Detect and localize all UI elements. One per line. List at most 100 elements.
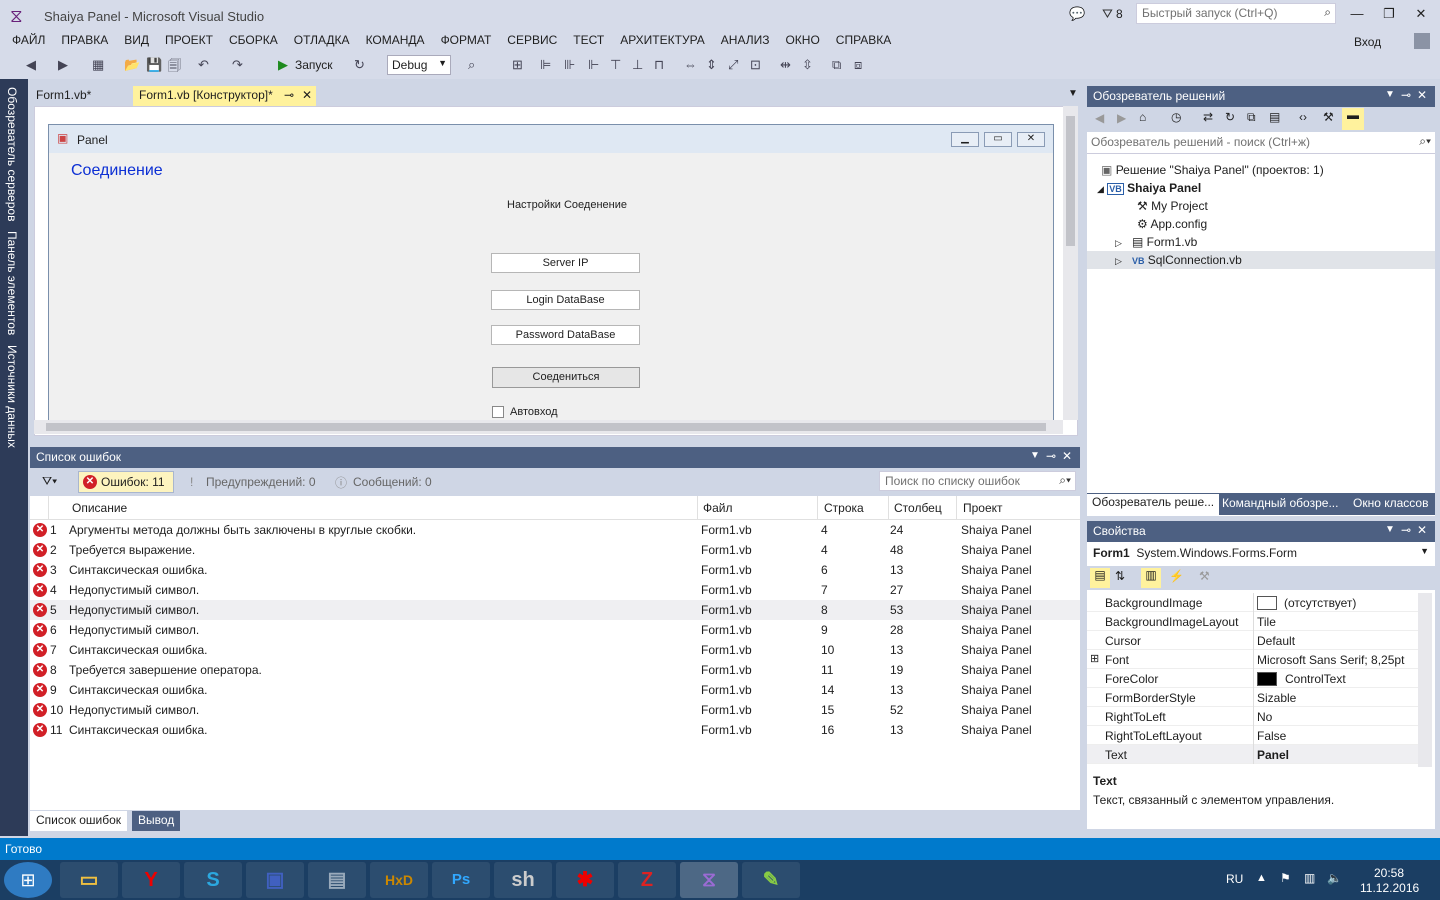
errors-filter-button[interactable]: ✕ Ошибок: 11 xyxy=(78,471,174,493)
error-row[interactable]: ✕ 11 Синтаксическая ошибка. Form1.vb 16 13 Sha… xyxy=(30,720,1080,740)
collapse-all-icon[interactable]: ⧉ xyxy=(1247,110,1256,125)
refresh-icon[interactable]: ↻ xyxy=(1225,110,1235,124)
search-icon[interactable]: ⌕ xyxy=(1324,5,1331,20)
search-icon[interactable]: ⌕▾ xyxy=(1419,134,1431,149)
close-panel-icon[interactable]: ✕ xyxy=(1417,523,1427,537)
property-row[interactable]: ForeColor ControlText xyxy=(1087,669,1418,688)
tab-class-view[interactable]: Окно классов xyxy=(1348,495,1433,511)
server-ip-field[interactable]: Server IP xyxy=(491,253,640,273)
password-database-field[interactable]: Password DataBase xyxy=(491,325,640,345)
pin-icon[interactable]: ⊸ xyxy=(1046,449,1056,463)
menu-item[interactable]: ПРАВКА xyxy=(53,33,116,47)
tab-error-list[interactable]: Список ошибок xyxy=(30,811,128,831)
menu-item[interactable]: ОКНО xyxy=(777,33,827,47)
tab-output[interactable]: Вывод xyxy=(132,811,181,831)
new-project-icon[interactable]: ▦ xyxy=(92,57,104,73)
property-value[interactable]: Default xyxy=(1257,634,1295,648)
menu-item[interactable]: АРХИТЕКТУРА xyxy=(612,33,713,47)
clock-date[interactable]: 11.12.2016 xyxy=(1360,881,1419,895)
preview-icon[interactable]: ▬ xyxy=(1342,108,1364,130)
sign-in-link[interactable]: Вход xyxy=(1354,35,1381,49)
tree-form1[interactable]: ▷ ▤ Form1.vb xyxy=(1115,233,1197,251)
filezilla-icon[interactable]: Z xyxy=(618,862,676,898)
menu-item[interactable]: КОМАНДА xyxy=(358,33,433,47)
property-value[interactable]: Sizable xyxy=(1257,691,1296,705)
property-row[interactable]: BackgroundImageLayout Tile xyxy=(1087,612,1418,631)
property-row[interactable]: BackgroundImage (отсутствует) xyxy=(1087,593,1418,612)
tree-project[interactable]: ◢ VB Shaiya Panel xyxy=(1097,179,1201,197)
expand-icon[interactable]: ⊞ xyxy=(1090,652,1099,665)
designer-vertical-scrollbar[interactable] xyxy=(1063,106,1078,420)
property-row[interactable]: Font ⊞ Microsoft Sans Serif; 8,25pt xyxy=(1087,650,1418,669)
notepad-icon[interactable]: ✎ xyxy=(742,862,800,898)
pin-icon[interactable]: ⊸ xyxy=(1401,88,1411,102)
warnings-filter-button[interactable]: Предупреждений: 0 xyxy=(206,475,316,489)
explorer-icon[interactable]: ▭ xyxy=(60,862,118,898)
volume-icon[interactable]: 🔈 xyxy=(1327,871,1342,885)
tab-solution-explorer[interactable]: Обозреватель реше... xyxy=(1087,494,1220,515)
account-avatar-icon[interactable] xyxy=(1414,33,1430,49)
forward-icon[interactable]: ▶ xyxy=(58,57,68,73)
alphabetical-icon[interactable]: ⇅ xyxy=(1115,569,1125,583)
network-app-icon[interactable]: ▤ xyxy=(308,862,366,898)
skype-icon[interactable]: S xyxy=(184,862,242,898)
action-center-icon[interactable]: ⚑ xyxy=(1280,871,1291,885)
menu-item[interactable]: СЕРВИС xyxy=(499,33,565,47)
forward-icon[interactable]: ▶ xyxy=(1117,111,1126,125)
error-row[interactable]: ✕ 10 Недопустимый символ. Form1.vb 15 52 Shaiy… xyxy=(30,700,1080,720)
autologin-checkbox[interactable] xyxy=(492,406,504,418)
menu-item[interactable]: ФАЙЛ xyxy=(4,33,53,47)
collapsed-arrow-icon[interactable]: ▷ xyxy=(1115,256,1122,266)
same-height-icon[interactable]: ⇕ xyxy=(706,57,717,73)
search-icon[interactable]: ⌕▾ xyxy=(1059,473,1071,488)
start-button[interactable]: ⊞ xyxy=(4,862,52,898)
tab-server-explorer[interactable]: Обозреватель серверов xyxy=(5,87,19,221)
properties-icon[interactable]: ⚒ xyxy=(1323,110,1334,124)
close-panel-icon[interactable]: ✕ xyxy=(1062,449,1072,463)
tab-team-explorer[interactable]: Командный обозре... xyxy=(1217,495,1343,511)
refresh-icon[interactable]: ↻ xyxy=(354,57,365,73)
solution-search-input[interactable]: Обозреватель решений - поиск (Ctrl+ж) ⌕▾ xyxy=(1087,132,1435,154)
sync-icon[interactable]: ⇄ xyxy=(1203,110,1213,124)
error-row[interactable]: ✕ 1 Аргументы метода должны быть заключены… xyxy=(30,520,1080,540)
scroll-thumb[interactable] xyxy=(1066,116,1075,246)
notifications-icon[interactable]: ⛛ xyxy=(1102,6,1113,22)
visual-studio-task-icon[interactable]: ⧖ xyxy=(680,862,738,898)
send-to-back-icon[interactable]: ⧈ xyxy=(854,57,862,73)
property-value[interactable]: No xyxy=(1257,710,1272,724)
error-row[interactable]: ✕ 6 Недопустимый символ. Form1.vb 9 28 Shaiya … xyxy=(30,620,1080,640)
align-grid-icon[interactable]: ⊞ xyxy=(512,57,523,73)
solution-config-select[interactable]: Debug ▼ xyxy=(387,55,451,75)
tab-list-dropdown-icon[interactable]: ▼ xyxy=(1068,88,1078,99)
show-all-files-icon[interactable]: ▤ xyxy=(1269,110,1280,124)
property-value[interactable]: Microsoft Sans Serif; 8,25pt xyxy=(1257,653,1404,667)
events-icon[interactable]: ⚡ xyxy=(1169,569,1184,583)
property-value[interactable]: False xyxy=(1257,729,1286,743)
tree-app-config[interactable]: ⚙ App.config xyxy=(1137,215,1207,233)
object-selector[interactable]: Form1 System.Windows.Forms.Form ▼ xyxy=(1087,542,1435,564)
yandex-browser-icon[interactable]: Y xyxy=(122,862,180,898)
designed-form[interactable]: ▣ Panel ▁ ▭ ✕ Соединение Настройки Соеде… xyxy=(48,124,1054,424)
menu-item[interactable]: ТЕСТ xyxy=(565,33,612,47)
column-file[interactable]: Файл xyxy=(703,501,733,515)
back-icon[interactable]: ◀ xyxy=(1095,111,1104,125)
connect-button[interactable]: Соедениться xyxy=(492,367,640,388)
save-icon[interactable]: 💾 xyxy=(146,57,162,73)
bring-to-front-icon[interactable]: ⧉ xyxy=(832,57,841,73)
error-row[interactable]: ✕ 7 Синтаксическая ошибка. Form1.vb 10 13 Shai… xyxy=(30,640,1080,660)
same-size-icon[interactable]: ⤢ xyxy=(728,57,738,73)
form-maximize-button[interactable]: ▭ xyxy=(984,132,1012,147)
align-bottom-icon[interactable]: ⊓ xyxy=(654,57,664,73)
property-row[interactable]: Cursor Default xyxy=(1087,631,1418,650)
property-row[interactable]: FormBorderStyle Sizable xyxy=(1087,688,1418,707)
tray-expand-icon[interactable]: ▲ xyxy=(1256,872,1267,884)
column-column[interactable]: Столбец xyxy=(894,501,942,515)
close-window-button[interactable]: ✕ xyxy=(1410,6,1432,24)
error-row[interactable]: ✕ 9 Синтаксическая ошибка. Form1.vb 14 13 Shai… xyxy=(30,680,1080,700)
menu-item[interactable]: ВИД xyxy=(116,33,157,47)
property-pages-icon[interactable]: ⚒ xyxy=(1199,569,1210,583)
scroll-thumb[interactable] xyxy=(46,423,1046,431)
panel-menu-icon[interactable]: ▼ xyxy=(1030,450,1040,461)
tab-form1-designer[interactable]: Form1.vb [Конструктор]* ⊸ ✕ xyxy=(133,86,316,106)
form-minimize-button[interactable]: ▁ xyxy=(951,132,979,147)
